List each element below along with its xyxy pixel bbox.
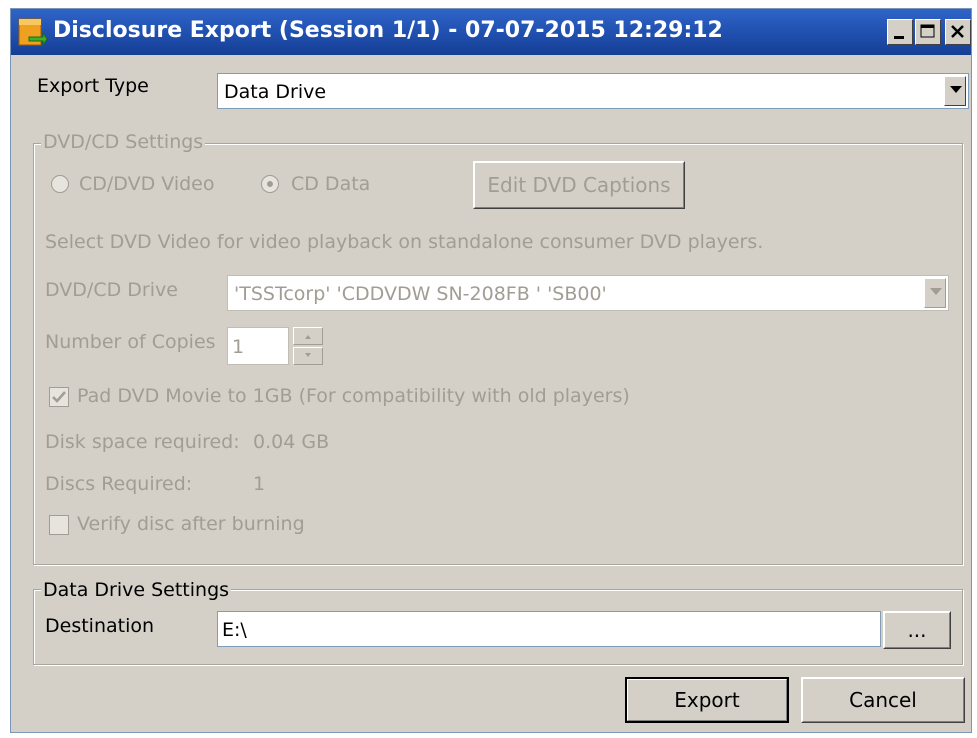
- verify-disc-checkbox[interactable]: [49, 515, 69, 535]
- discs-required-value: 1: [253, 473, 266, 495]
- spin-up-icon: [305, 335, 311, 339]
- dvd-drive-dropdown-button[interactable]: [924, 278, 946, 308]
- export-dialog: Disclosure Export (Session 1/1) - 07-07-…: [10, 8, 972, 733]
- discs-required-label: Discs Required:: [45, 473, 193, 495]
- disk-space-label: Disk space required:: [45, 431, 240, 453]
- browse-label: ...: [907, 618, 927, 642]
- radio-cd-dvd-video-label: CD/DVD Video: [79, 173, 215, 195]
- copies-label: Number of Copies: [45, 331, 216, 353]
- cancel-button[interactable]: Cancel: [801, 677, 965, 723]
- pad-dvd-label: Pad DVD Movie to 1GB (For compatibility …: [77, 385, 630, 407]
- radio-cd-data-label: CD Data: [291, 173, 371, 195]
- maximize-button[interactable]: [915, 19, 941, 45]
- radio-cd-data[interactable]: [261, 175, 279, 193]
- radio-selected-dot: [267, 181, 273, 187]
- export-button-label: Export: [674, 688, 740, 712]
- export-type-value: Data Drive: [224, 81, 327, 103]
- app-icon: [18, 18, 47, 47]
- export-type-select[interactable]: Data Drive: [217, 73, 969, 109]
- dvd-drive-select[interactable]: 'TSSTcorp' 'CDDVDW SN-208FB ' 'SB00': [227, 275, 949, 311]
- minimize-button[interactable]: [887, 19, 913, 45]
- edit-dvd-captions-label: Edit DVD Captions: [487, 173, 671, 197]
- export-type-dropdown-button[interactable]: [944, 76, 966, 106]
- copies-spin-up[interactable]: [293, 327, 323, 345]
- close-button[interactable]: [945, 19, 971, 45]
- destination-value: E:\: [222, 619, 247, 641]
- destination-input[interactable]: E:\: [217, 611, 881, 647]
- close-icon: [951, 25, 964, 38]
- maximize-icon: [920, 24, 935, 38]
- export-type-label: Export Type: [37, 75, 149, 97]
- spin-down-icon: [305, 353, 311, 357]
- window-title: Disclosure Export (Session 1/1) - 07-07-…: [53, 18, 723, 43]
- browse-button[interactable]: ...: [883, 611, 951, 649]
- title-bar[interactable]: Disclosure Export (Session 1/1) - 07-07-…: [11, 9, 971, 55]
- pad-dvd-checkbox[interactable]: [49, 387, 69, 407]
- checkmark-icon: [52, 391, 66, 403]
- cancel-button-label: Cancel: [849, 688, 917, 712]
- data-drive-legend: Data Drive Settings: [41, 579, 232, 601]
- disk-space-value: 0.04 GB: [253, 431, 330, 453]
- dropdown-arrow-icon: [950, 86, 962, 93]
- copies-spin-down[interactable]: [293, 347, 323, 365]
- dropdown-arrow-icon: [930, 288, 942, 295]
- radio-cd-dvd-video[interactable]: [51, 175, 69, 193]
- export-button[interactable]: Export: [625, 677, 789, 723]
- copies-input[interactable]: 1: [227, 327, 289, 365]
- dvd-drive-value: 'TSSTcorp' 'CDDVDW SN-208FB ' 'SB00': [234, 283, 607, 305]
- destination-label: Destination: [45, 615, 155, 637]
- minimize-icon: [894, 36, 904, 39]
- copies-value: 1: [232, 336, 245, 358]
- verify-disc-label: Verify disc after burning: [77, 513, 305, 535]
- dvd-drive-label: DVD/CD Drive: [45, 279, 178, 301]
- dvd-settings-legend: DVD/CD Settings: [41, 131, 206, 153]
- dvd-hint-text: Select DVD Video for video playback on s…: [45, 231, 764, 253]
- edit-dvd-captions-button[interactable]: Edit DVD Captions: [473, 161, 685, 209]
